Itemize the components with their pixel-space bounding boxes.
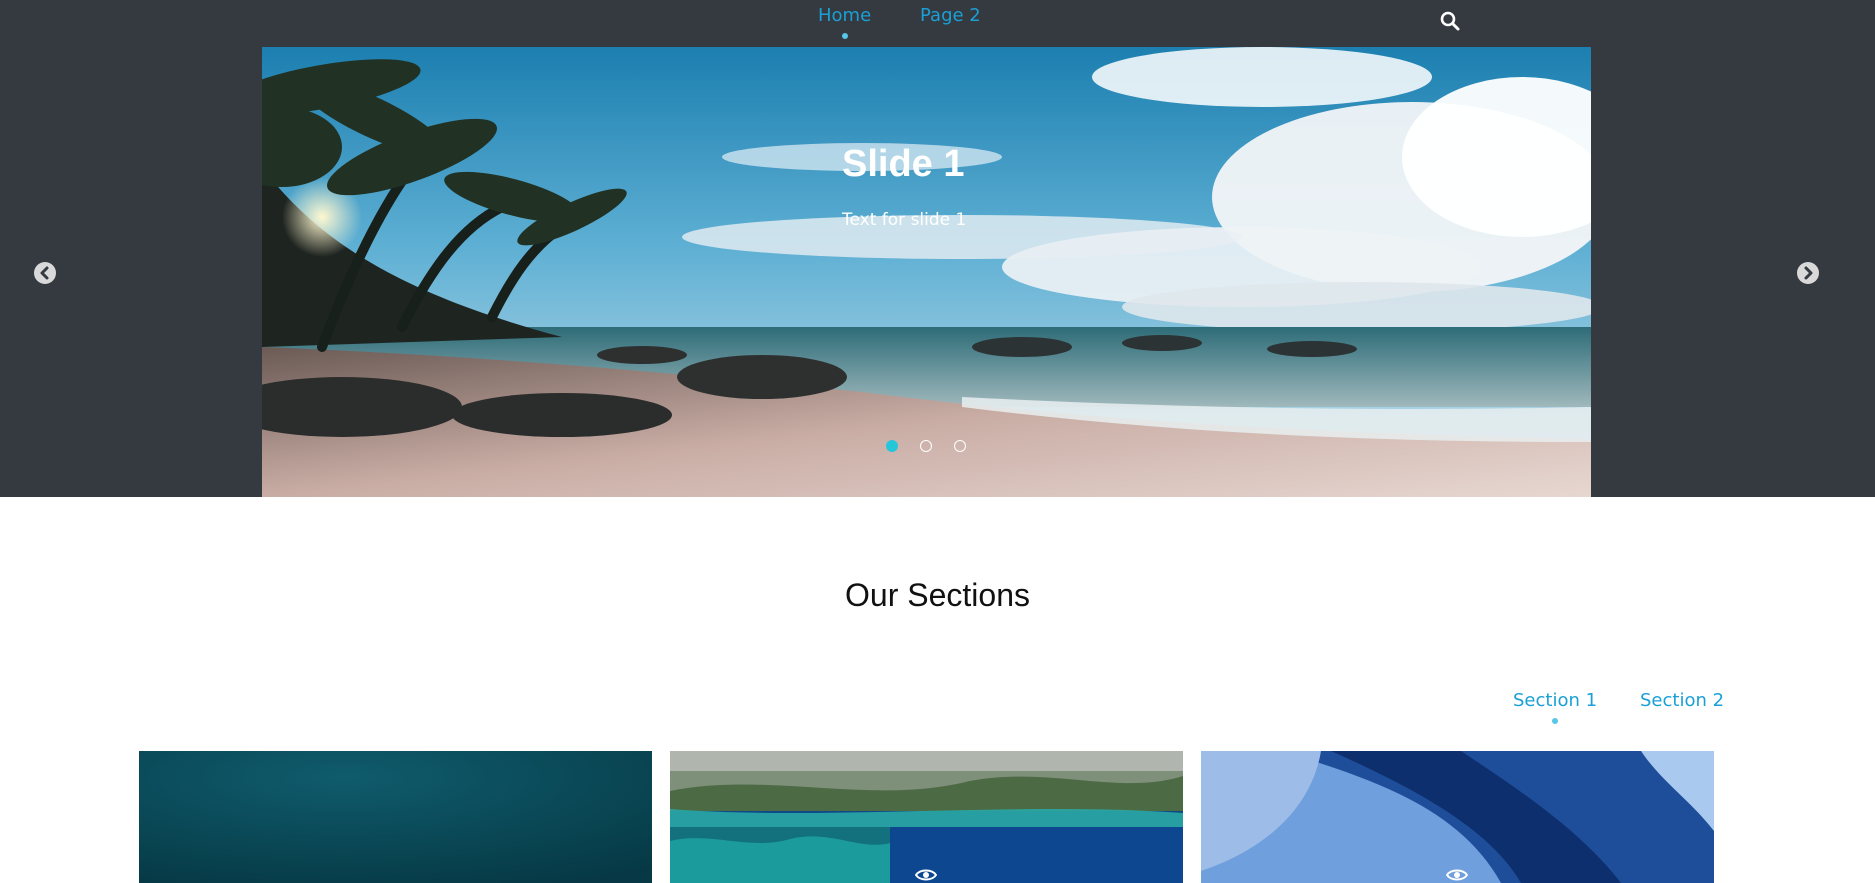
- carousel-indicator-1[interactable]: [886, 440, 898, 452]
- tab-section-2[interactable]: Section 2: [1640, 690, 1724, 711]
- eye-icon[interactable]: [915, 868, 937, 882]
- tab-section-1-label: Section 1: [1513, 690, 1598, 711]
- section-card-3[interactable]: [1201, 751, 1714, 883]
- main-nav: Home Page 2: [0, 0, 1875, 47]
- section-card-2[interactable]: [670, 751, 1183, 883]
- section-card-1[interactable]: [139, 751, 652, 883]
- carousel-indicators: [886, 440, 976, 454]
- eye-icon[interactable]: [1446, 868, 1468, 882]
- beach-image: [262, 47, 1591, 497]
- nav-item-home-label: Home: [818, 5, 872, 26]
- sections-heading: Our Sections: [845, 577, 1030, 613]
- nav-item-home[interactable]: Home: [818, 5, 872, 39]
- chevron-right-icon: [1804, 266, 1813, 280]
- underwater-image: [139, 751, 652, 883]
- tab-section-1[interactable]: Section 1: [1513, 690, 1598, 724]
- nav-item-page-2-label: Page 2: [920, 5, 981, 26]
- tab-section-2-label: Section 2: [1640, 690, 1725, 711]
- carousel-indicator-3[interactable]: [954, 440, 966, 452]
- header-area: Home Page 2 Slide 1 Text for slide 1: [0, 0, 1875, 497]
- wave-image: [1201, 751, 1714, 883]
- nav-active-dot: [841, 33, 848, 39]
- tab-active-dot: [1552, 718, 1559, 724]
- search-icon[interactable]: [1439, 10, 1461, 32]
- carousel-indicator-2[interactable]: [920, 440, 932, 452]
- chevron-left-icon: [40, 266, 49, 280]
- nav-item-page-2[interactable]: Page 2: [920, 5, 981, 26]
- carousel-slide: Slide 1 Text for slide 1: [262, 47, 1591, 497]
- slide-text: Text for slide 1: [842, 210, 967, 230]
- reef-image: [670, 751, 1183, 883]
- carousel-next-button[interactable]: [1797, 262, 1819, 284]
- carousel-prev-button[interactable]: [34, 262, 56, 284]
- slide-title: Slide 1: [842, 143, 965, 185]
